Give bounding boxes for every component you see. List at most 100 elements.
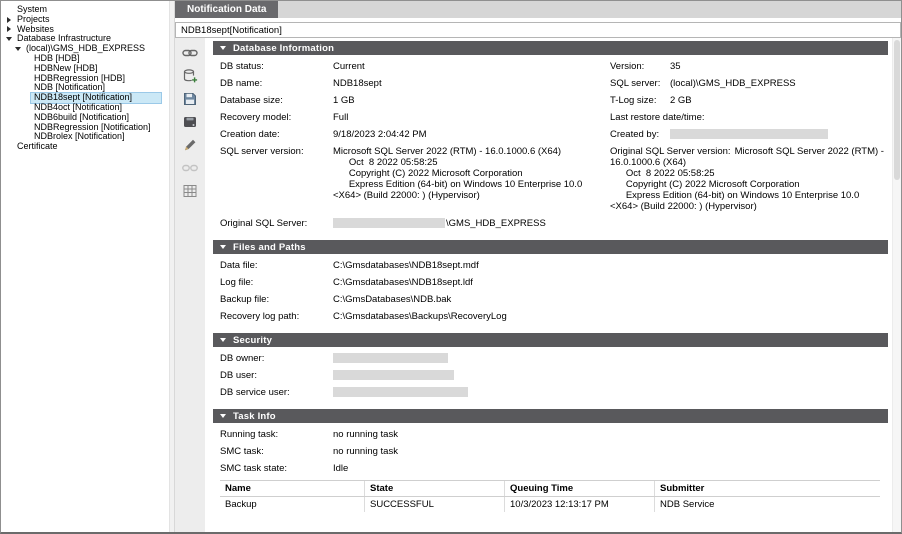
selected-node-field: NDB18sept[Notification] [175, 22, 901, 38]
field-row: Database size:1 GB T-Log size:2 GB [213, 89, 888, 106]
field-value: Current [333, 61, 365, 72]
section-title: Task Info [233, 411, 276, 422]
content-area: Database Information DB status:Current V… [175, 38, 901, 532]
tree-item-label: Certificate [14, 142, 61, 152]
field-row: Recovery model:Full Last restore date/ti… [213, 106, 888, 123]
cell-submitter: NDB Service [654, 497, 880, 512]
field-label: Log file: [220, 277, 333, 288]
unlink-database-icon [182, 160, 198, 176]
tab-strip: Notification Data [175, 1, 901, 18]
new-database-button[interactable] [179, 67, 201, 85]
edit-icon [182, 137, 198, 153]
chevron-down-icon[interactable] [13, 47, 23, 51]
field-value: C:\Gmsdatabases\Backups\RecoveryLog [333, 311, 507, 322]
field-label: SQL server: [610, 78, 670, 89]
chevron-right-icon[interactable] [4, 17, 14, 23]
collapse-arrow-icon [220, 338, 226, 342]
vertical-scrollbar [892, 38, 901, 532]
field-value: 1 GB [333, 95, 355, 106]
field-value: 35 [670, 61, 681, 72]
section-title: Database Information [233, 43, 334, 54]
section-security: Security DB owner: DB user: DB service u… [213, 333, 888, 398]
field-row: Backup file:C:\GmsDatabases\NDB.bak [213, 288, 888, 305]
field-label: DB user: [220, 370, 333, 381]
section-header-files-and-paths[interactable]: Files and Paths [213, 240, 888, 254]
field-label: Original SQL Server: [220, 218, 333, 229]
field-value: Full [333, 112, 348, 123]
field-row: SMC task:no running task [213, 440, 888, 457]
field-label: SMC task state: [220, 463, 333, 474]
detail-sections: Database Information DB status:Current V… [205, 38, 892, 532]
redacted-value [333, 370, 454, 380]
tab-notification-data[interactable]: Notification Data [175, 1, 278, 18]
field-row: SQL server version:Microsoft SQL Server … [213, 140, 888, 212]
save-button[interactable] [179, 90, 201, 108]
section-header-task-info[interactable]: Task Info [213, 409, 888, 423]
field-value: C:\Gmsdatabases\NDB18sept.ldf [333, 277, 473, 288]
field-value: NDB18sept [333, 78, 382, 89]
collapse-arrow-icon [220, 46, 226, 50]
chevron-right-icon[interactable] [4, 26, 14, 32]
main-panel: Notification Data NDB18sept[Notification… [175, 1, 901, 532]
field-label: Original SQL Server version: [610, 146, 735, 157]
field-label: Creation date: [220, 129, 333, 140]
column-header-queuing-time[interactable]: Queuing Time [504, 481, 654, 496]
smc-window: System Projects Websites Database Infras… [0, 0, 902, 534]
link-database-button[interactable] [179, 44, 201, 62]
field-value: 9/18/2023 2:04:42 PM [333, 129, 427, 140]
chevron-down-icon[interactable] [4, 37, 14, 41]
tree-item-local-gms-hdb-express[interactable]: (local)\GMS_HDB_EXPRESS [1, 44, 169, 54]
field-row: Log file:C:\Gmsdatabases\NDB18sept.ldf [213, 271, 888, 288]
field-value: (local)\GMS_HDB_EXPRESS [670, 78, 796, 89]
scrollbar-thumb[interactable] [894, 40, 900, 180]
field-label: Running task: [220, 429, 333, 440]
cell-queuing-time: 10/3/2023 12:13:17 PM [504, 497, 654, 512]
unlink-database-button[interactable] [179, 159, 201, 177]
field-label: Recovery log path: [220, 311, 333, 322]
field-row: Running task:no running task [213, 423, 888, 440]
field-value: Microsoft SQL Server 2022 (RTM) - 16.0.1… [333, 146, 582, 201]
field-label: Last restore date/time: [610, 112, 709, 123]
redacted-value [333, 218, 445, 228]
field-value: C:\Gmsdatabases\NDB18sept.mdf [333, 260, 479, 271]
field-value: no running task [333, 446, 398, 457]
field-label: DB owner: [220, 353, 333, 364]
table-view-button[interactable] [179, 182, 201, 200]
field-label: SQL server version: [220, 146, 333, 157]
navigation-tree: System Projects Websites Database Infras… [1, 1, 169, 532]
save-icon [182, 91, 198, 107]
cell-name: Backup [220, 497, 364, 512]
field-label: Version: [610, 61, 670, 72]
field-value: Idle [333, 463, 348, 474]
field-label: DB status: [220, 61, 333, 72]
edit-button[interactable] [179, 136, 201, 154]
section-task-info: Task Info Running task:no running task S… [213, 409, 888, 512]
redacted-value [670, 129, 828, 139]
section-title: Files and Paths [233, 242, 306, 253]
column-header-submitter[interactable]: Submitter [654, 481, 880, 496]
field-value: C:\GmsDatabases\NDB.bak [333, 294, 451, 305]
field-row: SMC task state:Idle [213, 457, 888, 474]
section-header-security[interactable]: Security [213, 333, 888, 347]
column-header-name[interactable]: Name [220, 481, 364, 496]
field-value: no running task [333, 429, 398, 440]
field-row: Creation date:9/18/2023 2:04:42 PM Creat… [213, 123, 888, 140]
collapse-arrow-icon [220, 245, 226, 249]
field-label: Recovery model: [220, 112, 333, 123]
field-row: Original SQL Server:\GMS_HDB_EXPRESS [213, 212, 888, 229]
redacted-value [333, 387, 468, 397]
backup-database-button[interactable] [179, 113, 201, 131]
tree-item-certificate[interactable]: Certificate [1, 142, 169, 152]
collapse-arrow-icon [220, 414, 226, 418]
backup-database-icon [182, 114, 198, 130]
link-database-icon [182, 45, 198, 61]
task-table-header: Name State Queuing Time Submitter [220, 480, 880, 497]
section-header-database-information[interactable]: Database Information [213, 41, 888, 55]
field-label: DB name: [220, 78, 333, 89]
field-row: DB name:NDB18sept SQL server:(local)\GMS… [213, 72, 888, 89]
table-row[interactable]: Backup SUCCESSFUL 10/3/2023 12:13:17 PM … [220, 497, 880, 512]
column-header-state[interactable]: State [364, 481, 504, 496]
field-row: DB user: [213, 364, 888, 381]
task-table: Name State Queuing Time Submitter Backup… [220, 480, 880, 512]
field-row: DB owner: [213, 347, 888, 364]
